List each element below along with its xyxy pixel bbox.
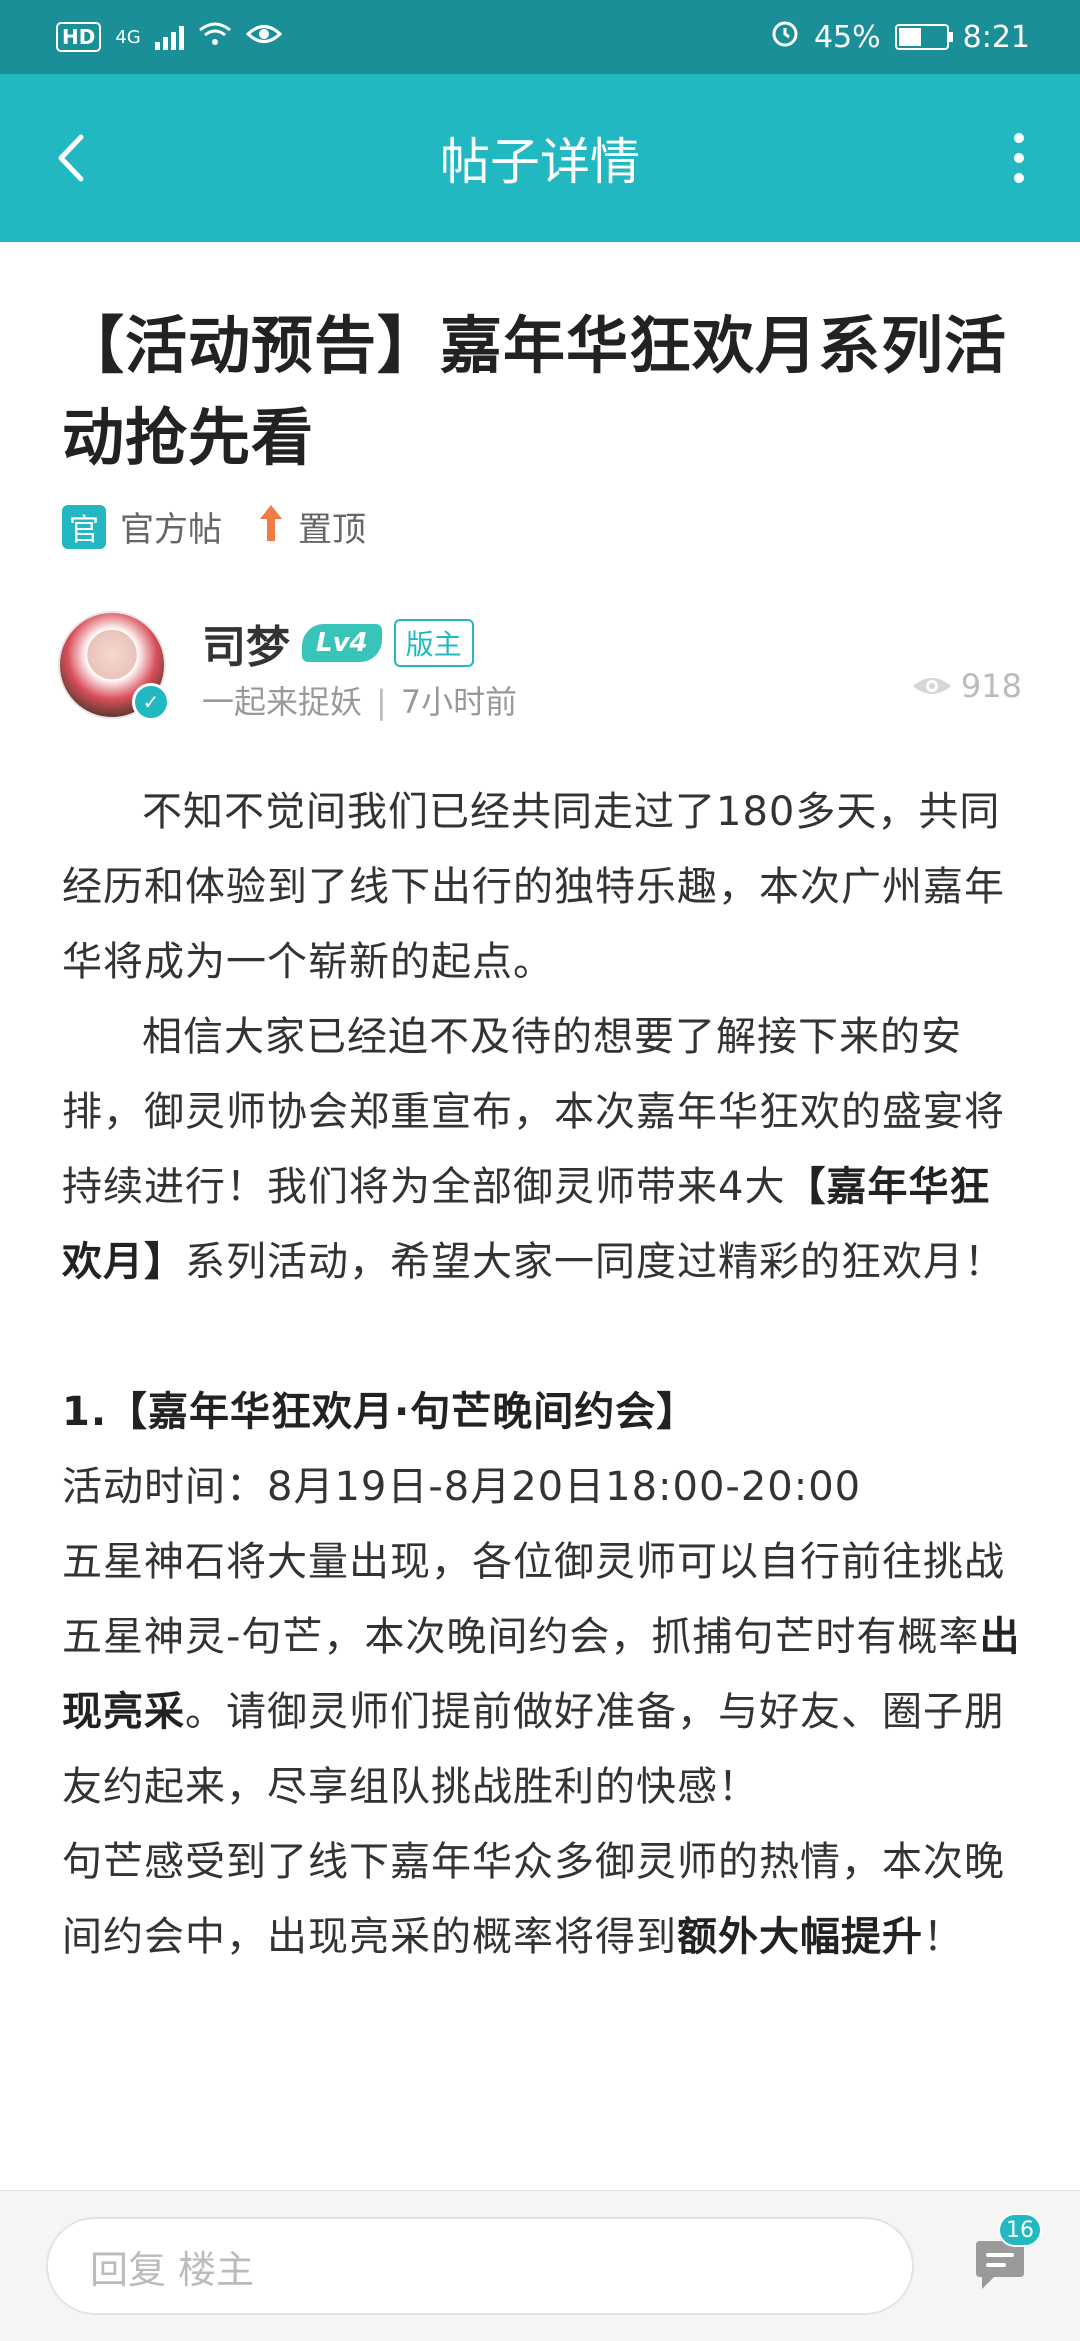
board-name[interactable]: 一起来捉妖: [202, 683, 362, 721]
moderator-badge: 版主: [393, 619, 474, 667]
post-body: 不知不觉间我们已经共同走过了180多天，共同经历和体验到了线下出行的独特乐趣，本…: [62, 775, 1022, 1975]
meta-separator: |: [376, 683, 387, 721]
text-span: 系列活动，希望大家一同度过精彩的狂欢月！: [185, 1239, 1005, 1285]
battery-percent: 45%: [813, 19, 881, 55]
author-meta: 一起来捉妖 | 7小时前: [202, 677, 517, 723]
status-right: 45% 8:21: [770, 18, 1030, 56]
battery-icon: [894, 24, 953, 50]
eye-care-icon: [245, 20, 282, 55]
eye-icon: [912, 678, 951, 694]
network-label: 4G: [115, 26, 141, 48]
status-left: HD 4G: [56, 20, 282, 55]
author-name-row: 司梦 Lv4 版主: [202, 611, 474, 675]
hd-icon: HD: [56, 22, 102, 52]
app-header: 帖子详情: [0, 74, 1080, 242]
text-span: ！: [923, 1914, 964, 1960]
comment-count-badge: 16: [998, 2213, 1042, 2247]
reply-input[interactable]: 回复 楼主: [46, 2217, 914, 2315]
post-content: 【活动预告】嘉年华狂欢月系列活动抢先看 官 官方帖 置顶 ✓ 司梦 Lv4 版主…: [58, 242, 1022, 1975]
alarm-icon: [770, 18, 800, 56]
author-row: ✓ 司梦 Lv4 版主 一起来捉妖 | 7小时前 918: [58, 611, 1022, 727]
post-time: 7小时前: [400, 683, 518, 721]
level-badge: Lv4: [302, 624, 382, 662]
bold-text: 1.【嘉年华狂欢月·句芒晚间约会】: [62, 1389, 698, 1435]
section-title: 1.【嘉年华狂欢月·句芒晚间约会】: [62, 1375, 1022, 1450]
arrow-up-icon: [258, 503, 284, 551]
more-dot-icon: [1014, 133, 1024, 143]
paragraph: 不知不觉间我们已经共同走过了180多天，共同经历和体验到了线下出行的独特乐趣，本…: [62, 789, 1005, 985]
post-title: 【活动预告】嘉年华狂欢月系列活动抢先看: [62, 309, 1008, 474]
paragraph: 句芒感受到了线下嘉年华众多御灵师的热情，本次晚间约会中，出现亮采的概率将得到额外…: [62, 1825, 1022, 1975]
paragraph: 相信大家已经迫不及待的想要了解接下来的安排，御灵师协会郑重宣布，本次嘉年华狂欢的…: [62, 1000, 1022, 1300]
verified-icon: ✓: [132, 683, 170, 721]
view-count-value: 918: [960, 667, 1022, 705]
more-dot-icon: [1014, 153, 1024, 163]
page-title: 帖子详情: [440, 133, 640, 191]
chevron-left-icon: [58, 134, 84, 182]
bold-text: 额外大幅提升: [677, 1914, 923, 1960]
tag-label: 官方帖: [120, 510, 222, 550]
tag-pinned: 置顶: [258, 502, 366, 551]
back-button[interactable]: [40, 128, 100, 188]
more-menu-button[interactable]: [994, 123, 1044, 193]
clock: 8:21: [962, 19, 1030, 55]
view-count: 918: [911, 667, 1022, 705]
wifi-icon: [198, 20, 232, 55]
status-bar: HD 4G 45% 8:21: [0, 0, 1080, 74]
reply-bar: 回复 楼主 16: [0, 2190, 1080, 2341]
paragraph: 五星神石将大量出现，各位御灵师可以自行前往挑战五星神灵-句芒，本次晚间约会，抓捕…: [62, 1525, 1022, 1825]
section-time: 活动时间：8月19日-8月20日18:00-20:00: [62, 1464, 862, 1510]
official-icon: 官: [62, 504, 106, 549]
author-name[interactable]: 司梦: [202, 611, 290, 675]
more-dot-icon: [1014, 173, 1024, 183]
tag-official: 官 官方帖: [62, 502, 222, 551]
signal-icon: [154, 24, 184, 50]
post-tags: 官 官方帖 置顶: [62, 502, 1022, 551]
text-span: 。请御灵师们提前做好准备，与好友、圈子朋友约起来，尽享组队挑战胜利的快感！: [62, 1689, 1005, 1810]
text-span: 五星神石将大量出现，各位御灵师可以自行前往挑战五星神灵-句芒，本次晚间约会，抓捕…: [62, 1539, 1005, 1660]
tag-label: 置顶: [298, 510, 366, 550]
